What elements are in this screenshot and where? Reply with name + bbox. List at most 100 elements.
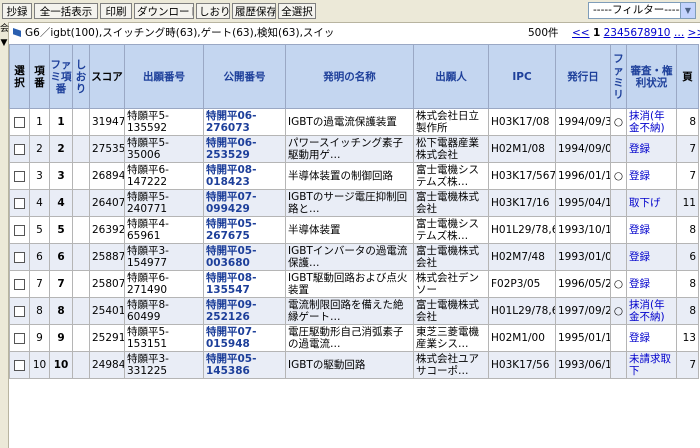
cell-status-text[interactable]: 登録 [629, 224, 674, 236]
cell-item-no: 2 [29, 135, 50, 163]
pager-next[interactable]: >> [688, 27, 700, 39]
checkbox[interactable] [14, 359, 25, 371]
cell-publication-no-text[interactable]: 特開平06-276073 [206, 110, 283, 134]
row-checkbox[interactable] [9, 351, 30, 379]
print-button[interactable]: 印刷 [100, 3, 132, 19]
pager-page[interactable]: 7 [637, 27, 644, 39]
cell-publication-no-text[interactable]: 特開平05-267675 [206, 218, 283, 242]
cell-status-text[interactable]: 未請求取下 [629, 353, 674, 377]
checkbox[interactable] [14, 197, 25, 209]
cell-status-text[interactable]: 抹消(年金不納) [629, 299, 674, 323]
cell-status-text[interactable]: 登録 [629, 251, 674, 263]
row-checkbox[interactable] [9, 216, 30, 244]
select-all-button[interactable]: 全選択 [278, 3, 316, 19]
checkbox[interactable] [14, 116, 25, 128]
checkbox[interactable] [14, 224, 25, 236]
checkbox[interactable] [14, 170, 25, 182]
row-checkbox[interactable] [9, 162, 30, 190]
row-checkbox[interactable] [9, 297, 30, 325]
row-checkbox[interactable] [9, 108, 30, 136]
filter-select[interactable]: -----フィルター----- ▼ [588, 2, 696, 19]
table-row[interactable]: 55 263923特願平4-65961特開平05-267675 半導体装置 富士電機シ… [9, 216, 699, 244]
table-row[interactable]: 1010 249848特願平3-331225特開平05-145386 IGBTの駆動… [9, 351, 699, 379]
table-row[interactable]: 22 275356特願平5-35006特開平06-253529パワースイッチング素… [9, 135, 699, 163]
row-checkbox[interactable] [9, 270, 30, 298]
table-row[interactable]: 88254012特願平8-60499特開平09-252126電流制限回路を備えた… [9, 297, 699, 325]
cell-publication-no-text[interactable]: 特開平07-099429 [206, 191, 283, 215]
chevron-down-icon[interactable]: ▼ [680, 3, 695, 18]
checkbox[interactable] [14, 143, 25, 155]
cell-publication-no[interactable]: 特開平08-135547 [203, 270, 286, 298]
checkbox[interactable] [14, 332, 25, 344]
cell-publication-no[interactable]: 特開平06-276073 [203, 108, 286, 136]
cell-publication-no[interactable]: 特開平07-099429 [203, 189, 286, 217]
cell-publication-no-text[interactable]: 特開平08-135547 [206, 272, 283, 296]
cell-status-text[interactable]: 登録 [629, 170, 674, 182]
row-checkbox[interactable] [9, 243, 30, 271]
header-bookmark[interactable]: しおり [72, 44, 90, 109]
cell-status[interactable]: 登録 [626, 243, 677, 271]
cell-pages: 13 [676, 324, 699, 352]
cell-status-text[interactable]: 抹消(年金不納) [629, 110, 674, 134]
pager-more[interactable]: … [674, 27, 685, 39]
checkbox[interactable] [14, 251, 25, 263]
header-issue-date[interactable]: 発行日 [555, 44, 611, 109]
row-checkbox[interactable] [9, 324, 30, 352]
cell-status[interactable]: 登録 [626, 270, 677, 298]
cell-status-text[interactable]: 登録 [629, 332, 674, 344]
header-family-no[interactable]: ファミ項番 [49, 44, 73, 109]
header-publication-no[interactable]: 公開番号 [203, 44, 286, 109]
bookmark-button[interactable]: しおり [196, 3, 230, 19]
cell-status[interactable]: 登録 [626, 162, 677, 190]
table-row[interactable]: 99 252914特願平5-153151特開平07-015948電圧駆動形自己消弧… [9, 324, 699, 352]
checkbox[interactable] [14, 305, 25, 317]
cell-publication-no-text[interactable]: 特開平08-018423 [206, 164, 283, 188]
cell-application-no: 特願平3-331225 [124, 351, 204, 379]
header-title[interactable]: 発明の名称 [285, 44, 414, 109]
table-row[interactable]: 77 258079特願平6-271490特開平08-135547IGBT駆動回路お… [9, 270, 699, 298]
pager-prev[interactable]: << [572, 27, 590, 39]
cell-publication-no[interactable]: 特開平05-003680 [203, 243, 286, 271]
checkbox[interactable] [14, 278, 25, 290]
abstract-button[interactable]: 抄録 [2, 3, 32, 19]
cell-publication-no-text[interactable]: 特開平05-145386 [206, 353, 283, 377]
row-checkbox[interactable] [9, 135, 30, 163]
cell-status[interactable]: 登録 [626, 216, 677, 244]
header-status[interactable]: 審査・権利状況 [626, 44, 677, 109]
expand-all-button[interactable]: 全一括表示 [34, 3, 98, 19]
collapse-icon[interactable]: ▼ [0, 36, 8, 50]
cell-publication-no-text[interactable]: 特開平06-253529 [206, 137, 283, 161]
cell-publication-no[interactable]: 特開平09-252126 [203, 297, 286, 325]
table-row[interactable]: 33 268947特願平6-147222特開平08-018423 半導体装置の制御回… [9, 162, 699, 190]
row-checkbox[interactable] [9, 189, 30, 217]
cell-status-text[interactable]: 登録 [629, 143, 674, 155]
save-history-button[interactable]: 履歴保存 [232, 3, 276, 19]
cell-status[interactable]: 抹消(年金不納) [626, 297, 677, 325]
header-family[interactable]: ファミリ [610, 44, 627, 109]
cell-status[interactable]: 未請求取下 [626, 351, 677, 379]
cell-publication-no[interactable]: 特開平08-018423 [203, 162, 286, 190]
cell-publication-no-text[interactable]: 特開平09-252126 [206, 299, 283, 323]
pager-page[interactable]: 4 [617, 27, 624, 39]
cell-status[interactable]: 抹消(年金不納) [626, 108, 677, 136]
pager-page[interactable]: 3 [610, 27, 617, 39]
download-button[interactable]: ダウンロード [134, 3, 194, 19]
table-row[interactable]: 44 264076特願平5-240771特開平07-099429IGBTのサージ電… [9, 189, 699, 217]
cell-status[interactable]: 登録 [626, 135, 677, 163]
cell-publication-no[interactable]: 特開平05-267675 [203, 216, 286, 244]
cell-publication-no[interactable]: 特開平05-145386 [203, 351, 286, 379]
table-row[interactable]: 66258870特願平3-154977特開平05-003680IGBTインバータ… [9, 243, 699, 271]
header-application-no[interactable]: 出願番号 [124, 44, 204, 109]
cell-status-text[interactable]: 登録 [629, 278, 674, 290]
cell-publication-no-text[interactable]: 特開平07-015948 [206, 326, 283, 350]
pager-page[interactable]: 10 [657, 27, 670, 39]
cell-status[interactable]: 登録 [626, 324, 677, 352]
cell-publication-no[interactable]: 特開平06-253529 [203, 135, 286, 163]
table-row[interactable]: 11 319471特願平5-135592特開平06-276073 IGBTの過電流保… [9, 108, 699, 136]
cell-publication-no-text[interactable]: 特開平05-003680 [206, 245, 283, 269]
header-applicant[interactable]: 出願人 [413, 44, 489, 109]
cell-status[interactable]: 取下げ [626, 189, 677, 217]
cell-status-text[interactable]: 取下げ [629, 197, 674, 209]
cell-publication-no[interactable]: 特開平07-015948 [203, 324, 286, 352]
header-ipc[interactable]: IPC [488, 44, 556, 109]
